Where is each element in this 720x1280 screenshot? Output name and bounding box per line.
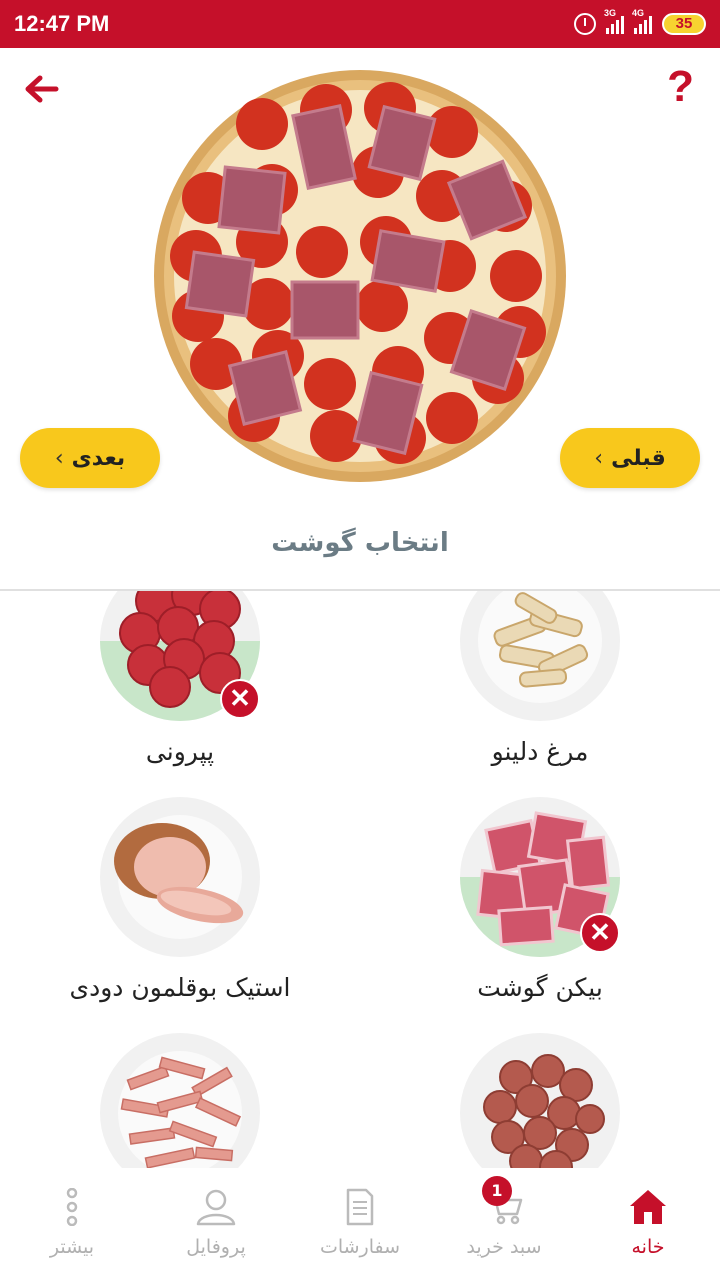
previous-button[interactable]: ‹ قبلی xyxy=(560,428,700,488)
nav-home[interactable]: خانه xyxy=(576,1168,720,1280)
pizza-builder-screen: 12:47 PM 3G 4G 35 ? ‹ بعدی ‹ قبلی انتخاب… xyxy=(0,0,720,1280)
option-image xyxy=(100,797,260,957)
status-bar: 12:47 PM 3G 4G 35 xyxy=(0,0,720,48)
bottom-navigation: خانه 1 سبد خرید سفارشات پروفایل بیشتر xyxy=(0,1168,720,1280)
chevron-left-icon: ‹ xyxy=(594,445,604,471)
nav-profile[interactable]: پروفایل xyxy=(144,1168,288,1280)
option-image xyxy=(460,1033,620,1168)
option-smoked-turkey[interactable]: استیک بوقلمون دودی xyxy=(0,797,360,1017)
option-chicken[interactable]: مرغ دلینو xyxy=(360,591,720,811)
option-ham[interactable] xyxy=(0,1033,360,1168)
battery-icon: 35 xyxy=(662,13,706,35)
remove-pepperoni-button[interactable]: ✕ xyxy=(220,679,260,719)
more-dots-icon xyxy=(66,1188,78,1226)
signal-3g-icon: 3G xyxy=(604,8,624,34)
option-label: مرغ دلینو xyxy=(491,737,589,766)
option-sausage[interactable] xyxy=(360,1033,720,1168)
next-button[interactable]: ‹ بعدی xyxy=(20,428,160,488)
option-label: پپرونی xyxy=(145,737,215,766)
option-pepperoni[interactable]: ✕ پپرونی xyxy=(0,591,360,811)
option-image xyxy=(460,591,620,721)
nav-more[interactable]: بیشتر xyxy=(0,1168,144,1280)
option-image xyxy=(100,1033,260,1168)
chevron-left-icon: ‹ xyxy=(54,445,64,471)
cart-count-badge: 1 xyxy=(482,1176,512,1206)
option-label: استیک بوقلمون دودی xyxy=(69,973,291,1002)
home-icon xyxy=(630,1190,666,1224)
profile-icon xyxy=(196,1189,236,1226)
remove-bacon-button[interactable]: ✕ xyxy=(580,913,620,953)
pizza-preview xyxy=(150,66,570,486)
nav-orders-label: سفارشات xyxy=(319,1236,401,1258)
meat-options-grid: مرغ دلینو ✕ پپرونی ✕ بیکن گوشت استیک بوق… xyxy=(0,591,720,1168)
nav-orders[interactable]: سفارشات xyxy=(288,1168,432,1280)
signal-4g-icon: 4G xyxy=(632,8,652,34)
nav-profile-label: پروفایل xyxy=(186,1236,246,1258)
nav-home-label: خانه xyxy=(631,1236,665,1258)
previous-button-label: قبلی xyxy=(611,445,666,471)
back-arrow-icon[interactable] xyxy=(22,70,60,108)
option-bacon[interactable]: ✕ بیکن گوشت xyxy=(360,797,720,1017)
option-label: بیکن گوشت xyxy=(477,973,603,1002)
next-button-label: بعدی xyxy=(71,445,126,471)
nav-more-label: بیشتر xyxy=(49,1236,95,1258)
nav-cart-label: سبد خرید xyxy=(466,1236,542,1258)
status-time: 12:47 PM xyxy=(14,11,110,36)
nav-cart[interactable]: 1 سبد خرید xyxy=(432,1168,576,1280)
orders-list-icon xyxy=(346,1188,374,1226)
alarm-icon xyxy=(574,13,596,35)
status-icons: 3G 4G 35 xyxy=(574,8,706,35)
help-button[interactable]: ? xyxy=(667,62,694,112)
section-title: انتخاب گوشت xyxy=(271,528,449,558)
